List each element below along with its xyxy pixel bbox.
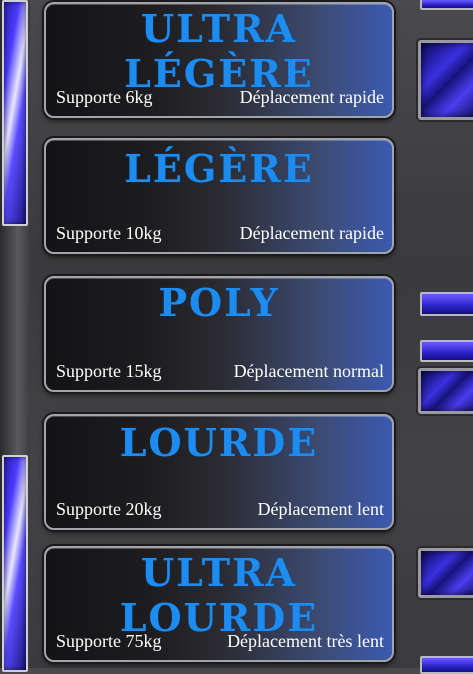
card-speed: Déplacement rapide — [239, 223, 384, 243]
card-support: Supporte 10kg — [56, 223, 162, 243]
weight-card-legere[interactable]: LÉGÈRE Supporte 10kg Déplacement rapide — [44, 138, 394, 254]
neon-strip-top — [2, 0, 28, 226]
side-screen-3 — [418, 548, 473, 598]
weight-card-ultra-lourde[interactable]: ULTRA LOURDE Supporte 75kg Déplacement t… — [44, 546, 394, 662]
side-bar-1 — [420, 0, 473, 10]
card-support: Supporte 15kg — [56, 361, 162, 381]
weight-card-lourde[interactable]: LOURDE Supporte 20kg Déplacement lent — [44, 414, 394, 530]
side-bar-4 — [420, 656, 473, 674]
neon-strip-bottom — [2, 455, 28, 672]
card-support: Supporte 75kg — [56, 631, 162, 651]
card-speed: Déplacement lent — [257, 499, 384, 519]
card-title: ULTRA LÉGÈRE — [124, 6, 314, 96]
card-title: LÉGÈRE — [124, 146, 314, 191]
card-title: LOURDE — [119, 420, 319, 465]
card-speed: Déplacement très lent — [227, 631, 384, 651]
weight-card-poly[interactable]: POLY Supporte 15kg Déplacement normal — [44, 276, 394, 392]
card-title: POLY — [158, 280, 280, 325]
card-support: Supporte 6kg — [56, 87, 153, 107]
card-speed: Déplacement normal — [233, 361, 384, 381]
side-bar-2 — [420, 292, 473, 316]
side-bar-3 — [420, 340, 473, 362]
card-title: ULTRA LOURDE — [119, 550, 319, 640]
side-screen-2 — [418, 368, 473, 414]
card-speed: Déplacement rapide — [239, 87, 384, 107]
card-support: Supporte 20kg — [56, 499, 162, 519]
weight-card-ultra-legere[interactable]: ULTRA LÉGÈRE Supporte 6kg Déplacement ra… — [44, 2, 394, 118]
side-screen-1 — [418, 40, 473, 120]
